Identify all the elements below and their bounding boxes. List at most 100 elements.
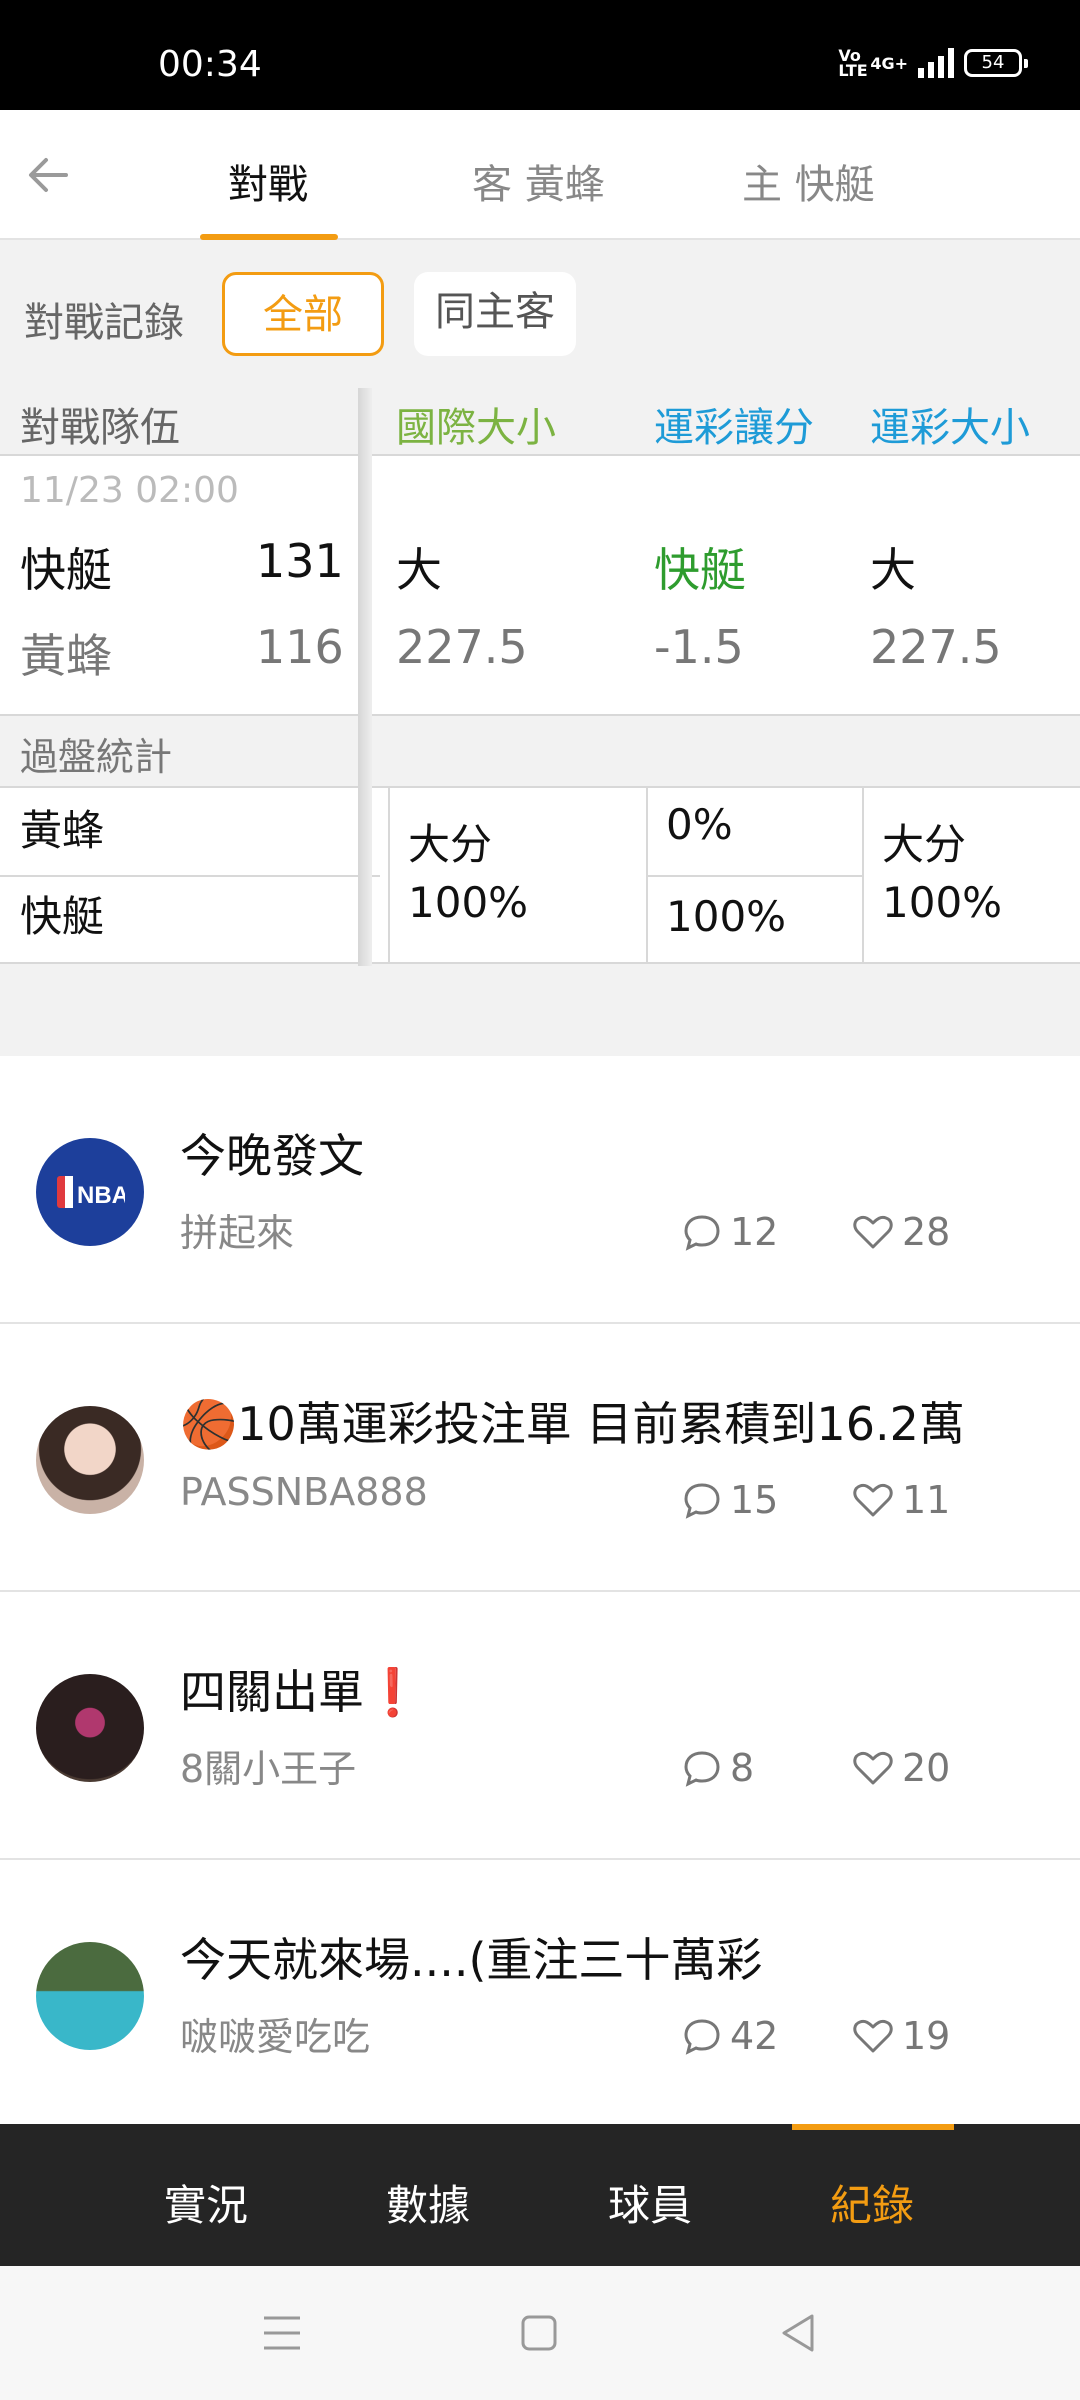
divider [862,788,864,962]
post-title[interactable]: 四關出單❗ [180,1656,421,1722]
svg-text:NBA: NBA [77,1182,125,1209]
filter-all-button[interactable]: 全部 [222,272,384,356]
summary-sports-total-pct: 100% [882,878,1003,927]
heart-icon [853,1215,893,1249]
bottom-tab-stats[interactable]: 數據 [386,2172,470,2233]
divider [0,454,1080,456]
frozen-column-shadow [358,388,372,966]
summary-spread-bottom: 100% [666,892,787,941]
volte-icon: Vo LTE [838,46,868,80]
spread-line: -1.5 [654,620,744,674]
tab-home-team[interactable]: 主 快艇 [742,152,875,210]
intl-total-line: 227.5 [396,620,528,674]
summary-spread-top: 0% [666,800,733,849]
post-comments[interactable]: 15 [682,1478,778,1522]
col-header-sports-total: 運彩大小 [870,405,1030,451]
battery-icon: 54 [964,49,1028,77]
user-avatar [36,1942,144,2050]
sports-total-line: 227.5 [870,620,1002,674]
post-author[interactable]: 8關小王子 [180,1738,356,1793]
bottom-tab-live[interactable]: 實況 [164,2172,248,2233]
intl-total-result: 大 [396,543,442,597]
comment-count: 42 [730,2014,779,2058]
post-author[interactable]: 啵啵愛吃吃 [180,2006,370,2061]
like-count: 20 [902,1746,951,1790]
divider [0,875,380,877]
summary-team-away: 黃蜂 [20,806,105,855]
bottom-nav: 實況 數據 球員 紀錄 [0,2124,1080,2266]
like-count: 19 [902,2014,951,2058]
col-header-team: 對戰隊伍 [20,405,180,451]
post-comments[interactable]: 12 [682,1210,778,1254]
spread-result: 快艇 [654,543,746,597]
back-arrow-icon[interactable] [22,148,76,202]
summary-team-home: 快艇 [20,892,105,941]
post-title[interactable]: 今天就來場....(重注三十萬彩 [180,1924,762,1990]
post-item[interactable]: 四關出單❗ 8關小王子 8 20 [0,1592,1080,1860]
post-item[interactable]: 🏀10萬運彩投注單 目前累積到16.2萬 PASSNBA888 15 11 [0,1324,1080,1592]
home-team-score: 131 [256,534,344,588]
col-header-intl-total: 國際大小 [396,405,556,451]
post-item[interactable]: 今天就來場....(重注三十萬彩 啵啵愛吃吃 42 19 [0,1860,1080,2128]
status-time: 00:34 [158,44,262,85]
game-datetime: 11/23 02:00 [20,470,239,511]
summary-intl-total-label: 大分 [408,820,493,869]
filter-same-venue-button[interactable]: 同主客 [414,272,576,356]
user-avatar [36,1674,144,1782]
tab-matchup[interactable]: 對戰 [228,152,308,210]
comment-icon [684,2019,720,2055]
col-header-spread: 運彩讓分 [654,405,814,451]
menu-icon[interactable] [262,2314,302,2352]
bottom-tab-players[interactable]: 球員 [608,2172,692,2233]
post-likes[interactable]: 20 [852,1746,950,1790]
like-count: 28 [902,1210,951,1254]
post-comments[interactable]: 42 [682,2014,778,2058]
home-icon[interactable] [520,2314,558,2352]
away-team-name: 黃蜂 [20,629,112,683]
post-title[interactable]: 今晚發文 [180,1120,364,1186]
tab-away-team[interactable]: 客 黃蜂 [472,152,605,210]
heart-icon [853,2019,893,2053]
system-nav-bar [0,2266,1080,2400]
summary-label: 過盤統計 [20,735,173,779]
heart-icon [853,1483,893,1517]
status-bar: 00:34 Vo LTE 4G+ 54 [0,0,1080,110]
summary-sports-total-label: 大分 [882,820,967,869]
bottom-tab-indicator [792,2124,954,2130]
post-title[interactable]: 🏀10萬運彩投注單 目前累積到16.2萬 [180,1388,965,1454]
divider [388,788,390,962]
summary-intl-total-pct: 100% [408,878,529,927]
filter-label: 對戰記錄 [24,300,184,346]
away-team-score: 116 [256,620,344,674]
post-author[interactable]: 拼起來 [180,1202,294,1257]
status-icons: Vo LTE 4G+ 54 [838,46,1028,80]
post-item[interactable]: NBA 今晚發文 拼起來 12 28 [0,1056,1080,1324]
bottom-tab-records[interactable]: 紀錄 [830,2172,914,2233]
nba-logo-avatar: NBA [36,1138,144,1246]
divider [648,875,862,877]
game-row: 11/23 02:00 快艇 131 黃蜂 116 大 227.5 快艇 -1.… [0,456,1080,716]
comment-icon [684,1751,720,1787]
top-nav: 對戰 客 黃蜂 主 快艇 [0,110,1080,240]
heart-icon [853,1751,893,1785]
summary-row: 黃蜂 快艇 大分 100% 0% 100% 大分 100% [0,786,1080,964]
home-team-name: 快艇 [20,543,112,597]
comment-count: 8 [730,1746,755,1790]
like-count: 11 [902,1478,951,1522]
signal-icon [918,48,954,78]
post-likes[interactable]: 11 [852,1478,950,1522]
post-likes[interactable]: 28 [852,1210,950,1254]
back-icon[interactable] [778,2312,818,2354]
nba-logo-icon: NBA [57,1176,125,1209]
network-type: 4G+ [870,53,908,73]
comment-count: 12 [730,1210,779,1254]
post-likes[interactable]: 19 [852,2014,950,2058]
post-comments[interactable]: 8 [682,1746,754,1790]
post-list: NBA 今晚發文 拼起來 12 28 🏀10萬運彩投注單 目前累積到16.2萬 … [0,1056,1080,2124]
sports-total-result: 大 [870,543,916,597]
comment-icon [684,1483,720,1519]
divider [0,714,1080,716]
user-avatar [36,1406,144,1514]
comment-icon [684,1215,720,1251]
post-author[interactable]: PASSNBA888 [180,1470,428,1514]
